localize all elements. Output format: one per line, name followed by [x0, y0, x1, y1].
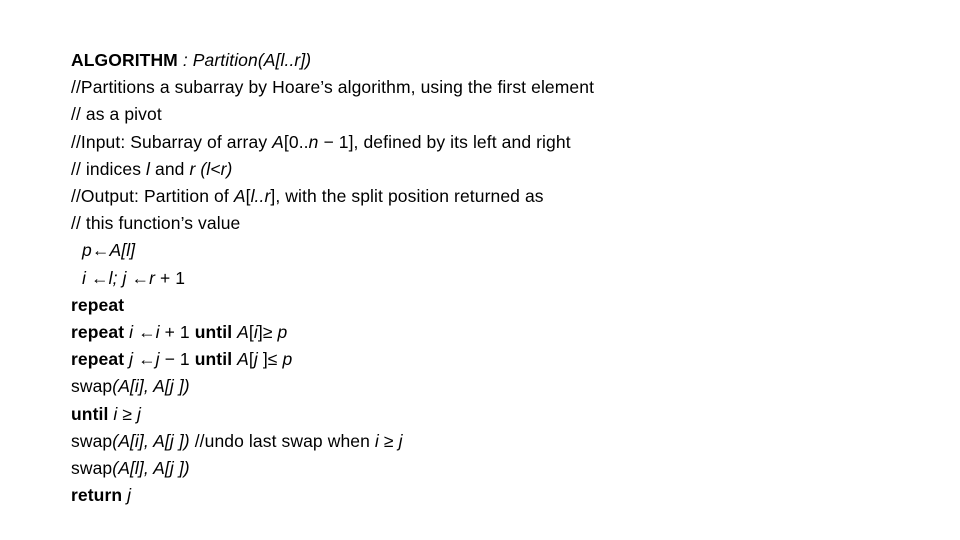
code-segment: repeat — [71, 322, 125, 343]
pseudocode-page: ALGORITHM : Partition(A[l..r]) //Partitio… — [0, 0, 960, 540]
code-segment: ← — [138, 349, 156, 370]
line-comment-indices: // indices l and r (l<r) — [71, 156, 931, 183]
code-segment: swap — [71, 430, 113, 451]
line-swap-inner: swap(A[i], A[j ]) — [71, 373, 931, 400]
code-segment: − 1 — [159, 349, 195, 370]
code-segment: A — [272, 131, 284, 152]
code-segment: return — [71, 485, 123, 506]
line-comment-output: //Output: Partition of A[l..r], with the… — [71, 183, 931, 210]
code-segment: ≥ — [378, 430, 399, 451]
code-segment: i — [129, 322, 139, 343]
code-segment: j — [127, 485, 132, 506]
code-segment: (A[i], A[j ]) — [112, 376, 190, 397]
code-segment: l..r — [250, 186, 271, 207]
code-segment: j — [129, 349, 139, 370]
code-segment: i — [82, 267, 91, 288]
line-until-outer: until i ≥ j — [71, 401, 931, 428]
code-segment: swap — [71, 376, 113, 397]
code-segment: // this function’s value — [71, 213, 241, 234]
code-segment: A — [109, 240, 122, 261]
code-segment: //Input: Subarray of array — [71, 131, 273, 152]
code-segment: ← — [91, 240, 110, 261]
code-segment: + 1 — [159, 322, 195, 343]
code-segment: until — [71, 403, 109, 424]
code-segment: until — [194, 322, 233, 343]
line-assign-pivot: p←A[l] — [71, 237, 931, 264]
code-segment: repeat — [71, 349, 125, 370]
code-segment: ALGORITHM — [71, 50, 178, 70]
code-segment: ; — [112, 267, 123, 288]
code-segment: + 1 — [155, 267, 186, 288]
code-segment: ← — [90, 267, 109, 288]
code-segment: //undo last swap when — [189, 430, 375, 451]
code-segment: r (l<r) — [189, 158, 233, 179]
line-swap-undo: swap(A[i], A[j ]) //undo last swap when … — [71, 428, 931, 455]
code-segment: (A[l], A[j ]) — [112, 458, 190, 479]
code-segment: ← — [138, 322, 156, 343]
code-segment: ]≤ — [257, 349, 283, 370]
line-comment-partitions: //Partitions a subarray by Hoare’s algor… — [71, 74, 931, 101]
code-segment: p — [277, 322, 288, 343]
code-segment: swap — [71, 458, 113, 479]
code-segment: ≥ — [117, 403, 138, 424]
line-swap-final: swap(A[l], A[j ]) — [71, 455, 931, 482]
code-segment: A — [237, 349, 249, 370]
code-segment: // as a pivot — [71, 104, 162, 125]
code-segment: // indices — [71, 158, 147, 179]
line-algorithm-header: ALGORITHM : Partition(A[l..r]) — [71, 47, 931, 74]
line-comment-pivot: // as a pivot — [71, 101, 931, 128]
code-segment: − 1], defined by its left and right — [318, 131, 571, 152]
code-segment: n — [308, 131, 319, 152]
code-segment: //Output: Partition of — [71, 186, 234, 207]
code-segment: j — [398, 430, 403, 451]
code-segment: (A[i], A[j ]) — [112, 430, 190, 451]
line-comment-function-value: // this function’s value — [71, 210, 931, 237]
code-segment: [0.. — [283, 131, 309, 152]
code-segment: ← — [131, 267, 150, 288]
code-segment: p — [82, 240, 92, 261]
code-segment: j — [137, 403, 142, 424]
code-segment: until — [194, 349, 233, 370]
line-repeat-outer: repeat — [71, 292, 931, 319]
line-return: return j — [71, 482, 931, 509]
line-repeat-i: repeat i ←i + 1 until A[i]≥ p — [71, 319, 931, 346]
code-segment: ], with the split position returned as — [270, 186, 544, 207]
line-comment-input: //Input: Subarray of array A[0..n − 1], … — [71, 129, 931, 156]
line-assign-indices: i ←l; j ←r + 1 — [71, 265, 931, 292]
code-segment: Partition(A[l..r]) — [192, 50, 312, 70]
line-repeat-j: repeat j ←j − 1 until A[j ]≤ p — [71, 346, 931, 373]
code-segment: and — [150, 158, 190, 179]
code-segment: : — [177, 50, 193, 70]
code-segment: A — [237, 322, 249, 343]
algorithm-pseudocode-block: ALGORITHM : Partition(A[l..r]) //Partitio… — [71, 47, 931, 509]
code-segment: //Partitions a subarray by Hoare’s algor… — [71, 77, 595, 98]
code-segment: repeat — [71, 294, 125, 315]
code-segment: A — [233, 186, 246, 207]
code-segment: ] — [130, 240, 136, 261]
code-segment: ]≥ — [257, 322, 278, 343]
code-segment: p — [282, 349, 293, 370]
